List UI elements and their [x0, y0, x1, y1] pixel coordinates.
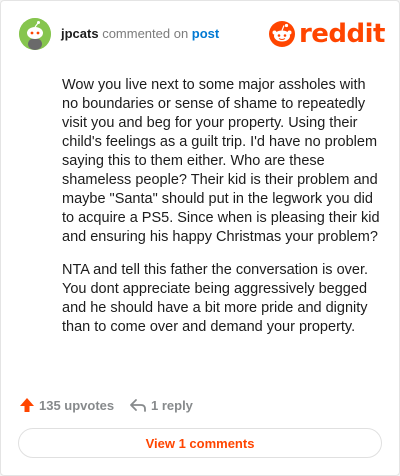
comment-card: jpcats commented on post reddit Wow you …: [0, 0, 400, 476]
post-link[interactable]: post: [192, 26, 219, 41]
comment-paragraph-2: NTA and tell this father the conversatio…: [62, 262, 369, 335]
reddit-alien-icon: [268, 21, 295, 47]
comment-body: Wow you live next to some major assholes…: [62, 76, 382, 351]
snoo-avatar-icon: [19, 18, 51, 50]
view-comments-button[interactable]: View 1 comments: [18, 428, 382, 458]
logo-wordmark: reddit: [298, 19, 386, 49]
reply-count: 1 reply: [151, 397, 193, 413]
comment-meta: jpcats commented on post: [61, 26, 219, 42]
comment-header: jpcats commented on post reddit: [19, 18, 386, 50]
upvote-count: 135 upvotes: [39, 397, 115, 413]
upvote-button[interactable]: 135 upvotes: [19, 395, 114, 415]
reply-arrow-icon: [130, 399, 146, 412]
upvote-arrow-icon: [20, 398, 34, 412]
username[interactable]: jpcats: [61, 26, 99, 41]
comment-paragraph-1: Wow you live next to some major assholes…: [62, 77, 380, 245]
comment-action-text: commented on: [98, 26, 192, 41]
avatar[interactable]: [19, 18, 51, 50]
comment-actions: 135 upvotes 1 reply: [19, 395, 379, 415]
reply-button[interactable]: 1 reply: [129, 395, 193, 415]
reddit-logo[interactable]: reddit: [268, 19, 386, 49]
